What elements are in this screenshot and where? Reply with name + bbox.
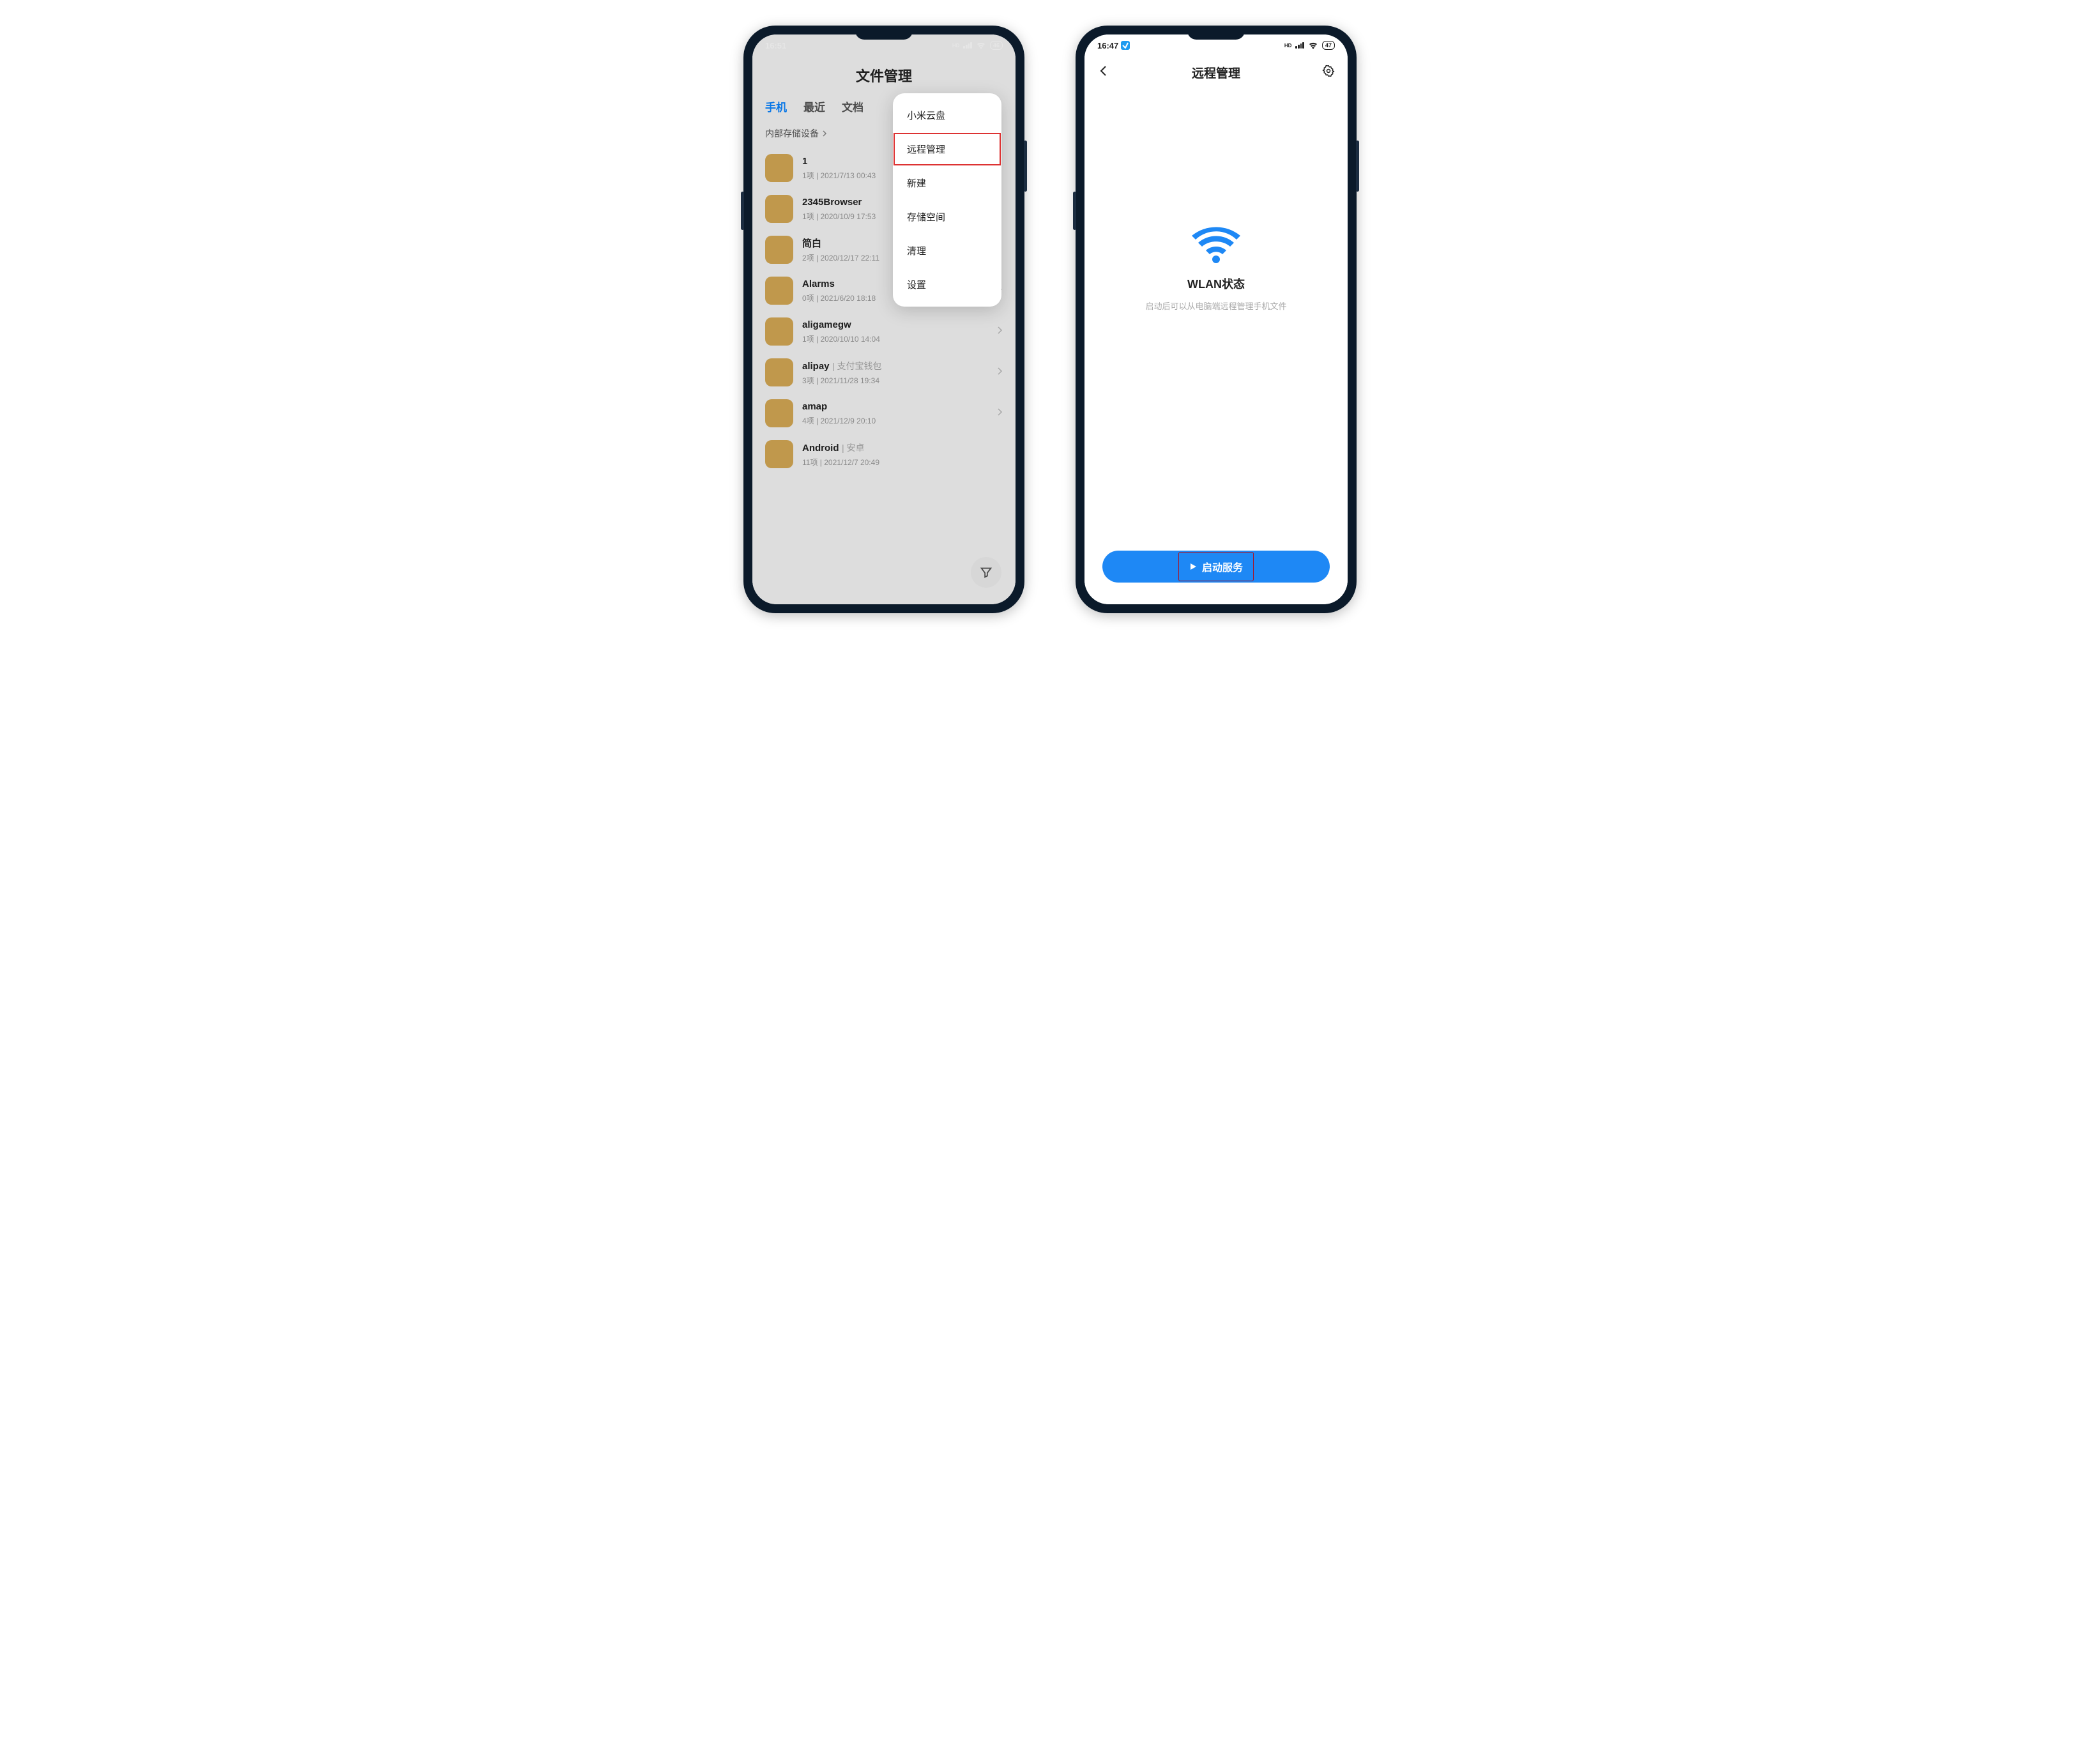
- hd-icon: HD: [1284, 43, 1292, 49]
- settings-button[interactable]: [1322, 65, 1335, 80]
- folder-icon: [765, 277, 793, 305]
- folder-icon: [765, 358, 793, 386]
- title-bar: 远程管理: [1084, 56, 1348, 81]
- folder-icon: [765, 154, 793, 182]
- menu-remote-manage[interactable]: 远程管理: [893, 132, 1001, 166]
- folder-icon: [765, 440, 793, 468]
- page-title: 远程管理: [1192, 64, 1240, 81]
- list-item[interactable]: aligamegw 1项 | 2020/10/10 14:04: [752, 311, 1016, 352]
- menu-xiaomi-cloud[interactable]: 小米云盘: [893, 98, 1001, 132]
- dropdown-menu: 小米云盘 远程管理 新建 存储空间 清理 设置: [893, 93, 1001, 307]
- status-time: 16:47: [1097, 41, 1118, 50]
- notch: [1187, 26, 1245, 40]
- gear-icon: [1322, 65, 1335, 77]
- file-meta: 4项 | 2021/12/9 20:10: [802, 415, 987, 426]
- app-indicator-icon: [1121, 41, 1130, 50]
- folder-icon: [765, 236, 793, 264]
- notch: [855, 26, 913, 40]
- filter-icon: [979, 565, 993, 579]
- signal-icon: [963, 42, 972, 49]
- wlan-subtitle: 启动后可以从电脑端远程管理手机文件: [1145, 300, 1286, 312]
- file-name: amap: [802, 401, 827, 412]
- list-item[interactable]: alipay | 支付宝钱包 3项 | 2021/11/28 19:34: [752, 352, 1016, 393]
- wifi-icon: [976, 42, 986, 49]
- file-tag: 支付宝钱包: [837, 361, 882, 371]
- chevron-right-icon: [996, 408, 1003, 420]
- hd-icon: HD: [952, 43, 960, 49]
- highlight-box: 启动服务: [1179, 553, 1253, 581]
- phone-left: 16:51 HD 46 文件管理 手机 最近 文档 内部存储设备: [743, 26, 1024, 613]
- breadcrumb-label: 内部存储设备: [765, 127, 819, 140]
- wifi-icon: [1308, 42, 1318, 49]
- battery-badge: 46: [990, 41, 1003, 50]
- chevron-right-icon: [821, 130, 828, 137]
- back-button[interactable]: [1097, 65, 1110, 80]
- file-name: Alarms: [802, 279, 835, 289]
- file-name: 1: [802, 156, 807, 167]
- wifi-large-icon: [1191, 226, 1242, 268]
- list-item[interactable]: amap 4项 | 2021/12/9 20:10: [752, 393, 1016, 434]
- file-name: alipay: [802, 361, 830, 372]
- tab-recent[interactable]: 最近: [803, 98, 825, 114]
- chevron-left-icon: [1097, 65, 1110, 77]
- file-name: aligamegw: [802, 319, 851, 330]
- chevron-right-icon: [996, 367, 1003, 379]
- file-meta: 11项 | 2021/12/7 20:49: [802, 457, 1003, 468]
- start-service-button[interactable]: 启动服务: [1102, 551, 1330, 583]
- cta-label: 启动服务: [1202, 559, 1243, 574]
- battery-badge: 47: [1322, 41, 1335, 50]
- page-title: 文件管理: [752, 65, 1016, 86]
- folder-icon: [765, 195, 793, 223]
- file-meta: 3项 | 2021/11/28 19:34: [802, 375, 987, 386]
- filter-button[interactable]: [971, 557, 1001, 588]
- file-name: 2345Browser: [802, 197, 862, 208]
- chevron-right-icon: [996, 326, 1003, 338]
- status-time: 16:51: [765, 41, 786, 50]
- file-name: Android: [802, 443, 839, 454]
- phone-right: 16:47 HD 47 远程管理: [1076, 26, 1357, 613]
- folder-icon: [765, 317, 793, 346]
- tab-docs[interactable]: 文档: [842, 98, 864, 114]
- wlan-title: WLAN状态: [1187, 275, 1245, 292]
- file-tag: 安卓: [846, 443, 864, 453]
- wlan-status-block: WLAN状态 启动后可以从电脑端远程管理手机文件: [1084, 226, 1348, 312]
- menu-clean[interactable]: 清理: [893, 234, 1001, 268]
- tab-phone[interactable]: 手机: [765, 98, 787, 114]
- menu-storage[interactable]: 存储空间: [893, 200, 1001, 234]
- menu-settings[interactable]: 设置: [893, 268, 1001, 301]
- file-meta: 1项 | 2020/10/10 14:04: [802, 333, 987, 344]
- signal-icon: [1295, 42, 1304, 49]
- file-name: 简白: [802, 238, 821, 249]
- list-item[interactable]: Android | 安卓 11项 | 2021/12/7 20:49: [752, 434, 1016, 475]
- folder-icon: [765, 399, 793, 427]
- play-icon: [1189, 563, 1197, 570]
- menu-new[interactable]: 新建: [893, 166, 1001, 200]
